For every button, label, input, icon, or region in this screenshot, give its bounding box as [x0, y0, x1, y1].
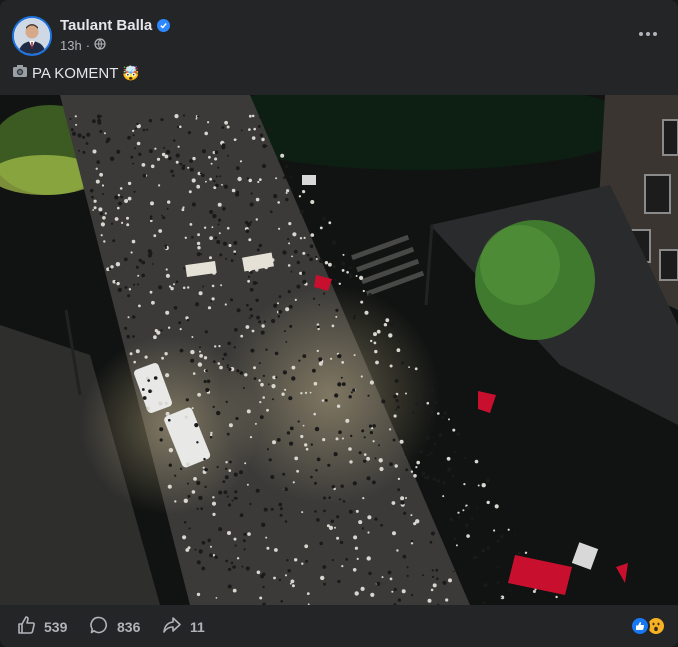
post-actions: 539 836 11	[0, 606, 678, 647]
post-card: Taulant Balla 13h · PA KOMENT 🤯 539 836 …	[0, 0, 678, 647]
like-count: 539	[44, 618, 68, 635]
crowd-aerial-photo	[0, 95, 678, 605]
comment-count: 836	[117, 618, 141, 635]
post-header: Taulant Balla 13h ·	[12, 14, 666, 58]
caption-text: PA KOMENT	[32, 64, 119, 82]
like-reaction-icon	[630, 616, 650, 636]
author-name[interactable]: Taulant Balla	[60, 17, 152, 34]
share-icon	[162, 615, 182, 638]
mind-blown-emoji: 🤯	[122, 64, 140, 81]
post-timestamp[interactable]: 13h	[60, 38, 82, 53]
author-avatar[interactable]	[12, 16, 52, 56]
globe-icon	[94, 38, 106, 53]
reaction-summary[interactable]	[630, 616, 666, 636]
comment-icon	[89, 615, 109, 638]
comment-action[interactable]: 836	[89, 615, 140, 638]
author-name-row: Taulant Balla	[60, 17, 171, 34]
like-action[interactable]: 539	[16, 615, 67, 638]
camera-icon	[12, 64, 28, 82]
share-count: 11	[190, 618, 205, 635]
like-icon	[16, 615, 36, 638]
verified-badge-icon	[157, 19, 171, 32]
post-caption: PA KOMENT 🤯	[12, 64, 140, 82]
ellipsis-icon	[639, 32, 657, 36]
more-options-button[interactable]	[634, 20, 662, 48]
share-action[interactable]: 11	[162, 615, 205, 638]
post-photo[interactable]	[0, 95, 678, 605]
post-meta: 13h ·	[60, 38, 106, 53]
